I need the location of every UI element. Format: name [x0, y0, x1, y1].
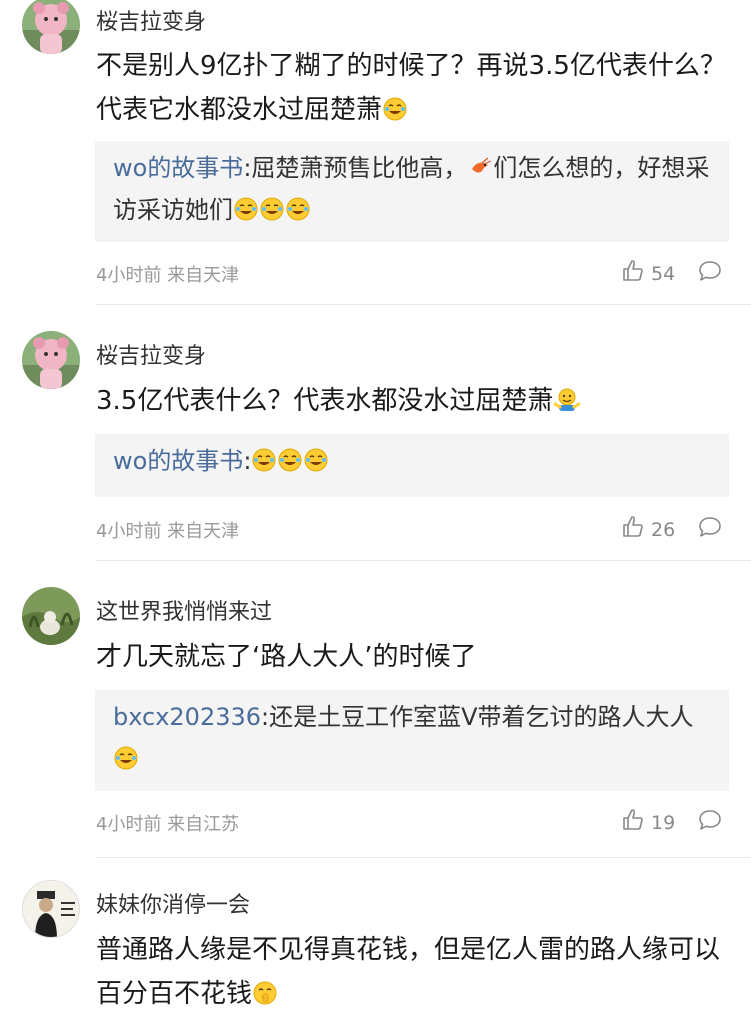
thumbs-up-icon [621, 259, 645, 288]
like-button[interactable]: 54 [621, 259, 675, 288]
comment-text: 才几天就忘了‘路人大人’的时候了 [96, 635, 726, 679]
reply-bubble-icon[interactable] [697, 259, 723, 287]
like-button[interactable]: 19 [621, 808, 675, 837]
laugh-cry-emoji [278, 443, 302, 472]
comment-username[interactable]: 桜吉拉变身 [96, 4, 206, 36]
quote-username[interactable]: bxcx202336 [113, 703, 261, 731]
quote-username[interactable]: wo的故事书 [113, 154, 243, 182]
comment-text-body: 3.5亿代表什么？代表水都没水过屈楚萧 [96, 386, 554, 416]
comment-text: 普通路人缘是不见得真花钱，但是亿人雷的路人缘可以百分百不花钱 [96, 928, 726, 1016]
comment-text: 不是别人9亿扑了糊了的时候了？再说3.5亿代表什么？代表它水都没水过屈楚萧 [96, 44, 726, 132]
comment-meta: 4小时前 来自天津 [96, 265, 240, 286]
laugh-cry-emoji [114, 741, 138, 770]
laugh-cry-emoji [252, 443, 276, 472]
shrimp-emoji [468, 150, 492, 174]
reply-bubble-icon[interactable] [697, 515, 723, 543]
laugh-cry-emoji [383, 91, 407, 121]
divider [96, 857, 751, 858]
like-count: 54 [651, 262, 676, 285]
comment-text-body: 普通路人缘是不见得真花钱，但是亿人雷的路人缘可以百分百不花钱 [96, 935, 721, 1009]
quote-text: : [243, 447, 252, 475]
comment-username[interactable]: 这世界我悄悄来过 [96, 594, 272, 626]
quote-text: :还是土豆工作室蓝V带着乞讨的路人大人 [261, 703, 694, 731]
shush-emoji [253, 975, 277, 1005]
quoted-reply[interactable]: bxcx202336:还是土豆工作室蓝V带着乞讨的路人大人 [95, 690, 729, 791]
reply-bubble-icon[interactable] [697, 808, 723, 836]
like-button[interactable]: 26 [621, 515, 675, 544]
comment-username[interactable]: 妹妹你消停一会 [96, 887, 250, 919]
quoted-reply[interactable]: wo的故事书:屈楚萧预售比他高， 们怎么想的，好想采访采访她们 [95, 141, 729, 242]
like-count: 26 [651, 518, 676, 541]
avatar[interactable] [22, 880, 80, 938]
laugh-cry-emoji [260, 192, 284, 221]
quote-username[interactable]: wo的故事书 [113, 447, 243, 475]
like-count: 19 [651, 811, 676, 834]
thumbs-up-icon [621, 515, 645, 544]
avatar[interactable] [22, 0, 80, 54]
divider [96, 560, 751, 561]
laugh-cry-emoji [304, 443, 328, 472]
comment-username[interactable]: 桜吉拉变身 [96, 338, 206, 370]
laugh-cry-emoji [286, 192, 310, 221]
quote-text: :屈楚萧预售比他高， [243, 154, 468, 182]
comment-text-body: 才几天就忘了‘路人大人’的时候了 [96, 642, 477, 672]
laugh-cry-emoji [234, 192, 258, 221]
thumbs-up-icon [621, 808, 645, 837]
quoted-reply[interactable]: wo的故事书: [95, 434, 729, 497]
comment-text: 3.5亿代表什么？代表水都没水过屈楚萧 [96, 379, 726, 423]
comment-meta: 4小时前 来自天津 [96, 521, 240, 542]
comment-meta: 4小时前 来自江苏 [96, 814, 240, 835]
avatar[interactable] [22, 331, 80, 389]
divider [96, 304, 751, 305]
shrug-emoji [553, 382, 581, 411]
avatar[interactable] [22, 587, 80, 645]
comment-text-body: 不是别人9亿扑了糊了的时候了？再说3.5亿代表什么？代表它水都没水过屈楚萧 [96, 51, 726, 125]
